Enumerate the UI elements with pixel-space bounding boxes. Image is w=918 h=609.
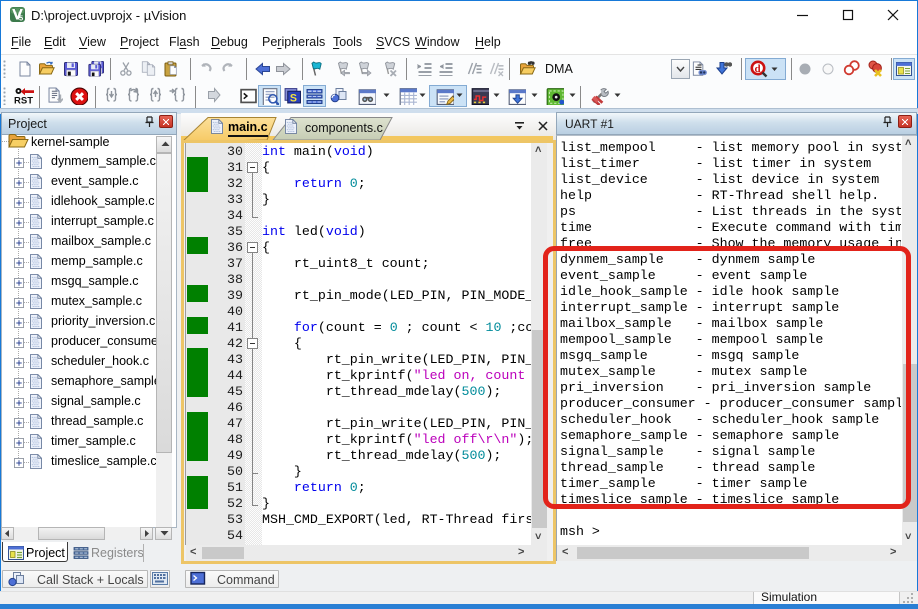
- svg-text:d: d: [755, 63, 761, 75]
- svg-text:RST: RST: [14, 96, 33, 105]
- svg-text:5: 5: [19, 14, 23, 23]
- svg-text:S: S: [290, 92, 297, 104]
